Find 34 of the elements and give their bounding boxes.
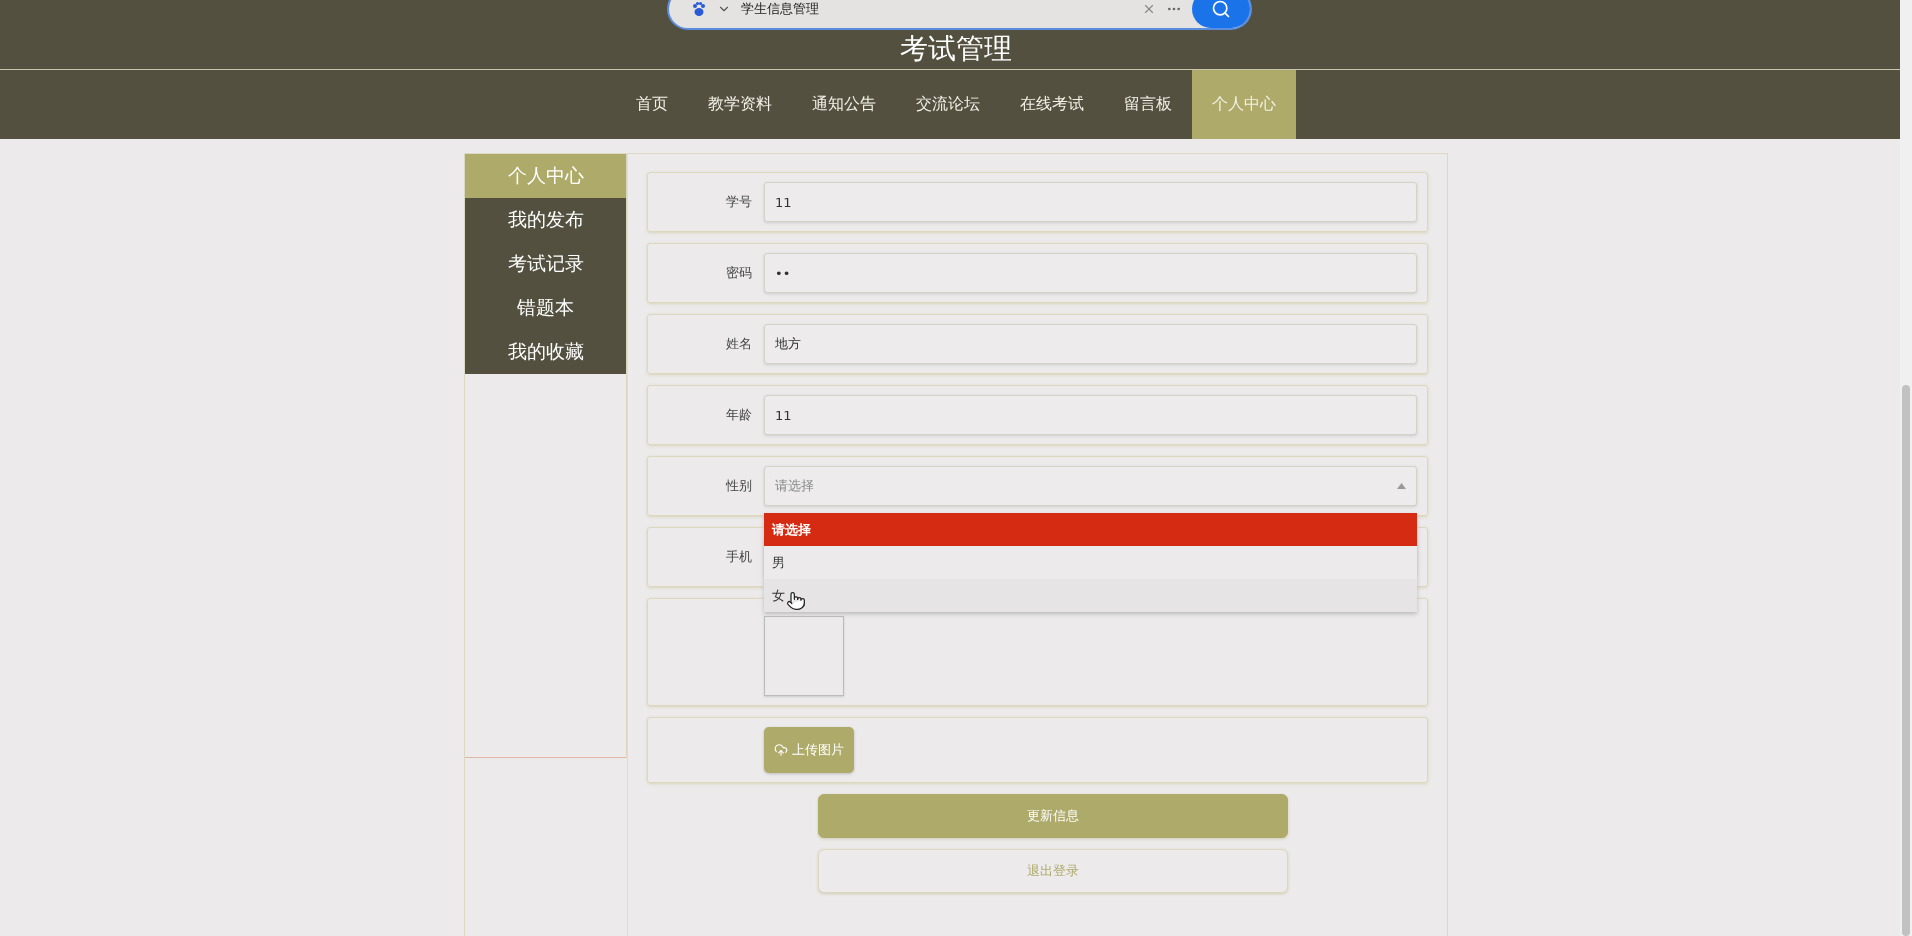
pointer-cursor-icon: [786, 591, 806, 611]
paw-icon: [691, 1, 707, 17]
cloud-upload-icon: [774, 743, 788, 757]
nav-item[interactable]: 在线考试: [1000, 70, 1104, 139]
nav-item[interactable]: 教学资料: [688, 70, 792, 139]
sidebar-item[interactable]: 错题本: [465, 286, 626, 330]
field-label: 姓名: [725, 335, 753, 353]
sidebar-item[interactable]: 我的发布: [465, 198, 626, 242]
sidebar-item[interactable]: 我的收藏: [465, 330, 626, 374]
site-title: 考试管理: [900, 34, 1012, 63]
field-label: 密码: [725, 264, 753, 282]
search-text: 学生信息管理: [741, 0, 820, 18]
nav-item[interactable]: 通知公告: [792, 70, 896, 139]
caret-up-icon: [1397, 483, 1406, 489]
field-label: 学号: [725, 193, 753, 211]
input-field[interactable]: 11: [764, 395, 1417, 435]
search-button[interactable]: [1192, 0, 1250, 28]
dropdown-option[interactable]: 请选择: [764, 513, 1417, 546]
close-icon[interactable]: [1142, 2, 1156, 16]
field-label: 性别: [725, 477, 753, 495]
scrollbar[interactable]: [1900, 0, 1912, 936]
input-field[interactable]: ••: [764, 253, 1417, 293]
sidebar-item[interactable]: 考试记录: [465, 242, 626, 286]
nav-item[interactable]: 交流论坛: [896, 70, 1000, 139]
field-label: 年龄: [725, 406, 753, 424]
input-field[interactable]: 地方: [764, 324, 1417, 364]
field-label: 手机: [725, 548, 753, 566]
dropdown-option[interactable]: 女: [764, 579, 1417, 612]
browser-search-bar[interactable]: 学生信息管理: [667, 0, 1252, 30]
input-field[interactable]: 11: [764, 182, 1417, 222]
dropdown-option[interactable]: 男: [764, 546, 1417, 579]
nav-item[interactable]: 留言板: [1104, 70, 1192, 139]
nav-item[interactable]: 首页: [616, 70, 688, 139]
search-icon: [1211, 0, 1231, 19]
